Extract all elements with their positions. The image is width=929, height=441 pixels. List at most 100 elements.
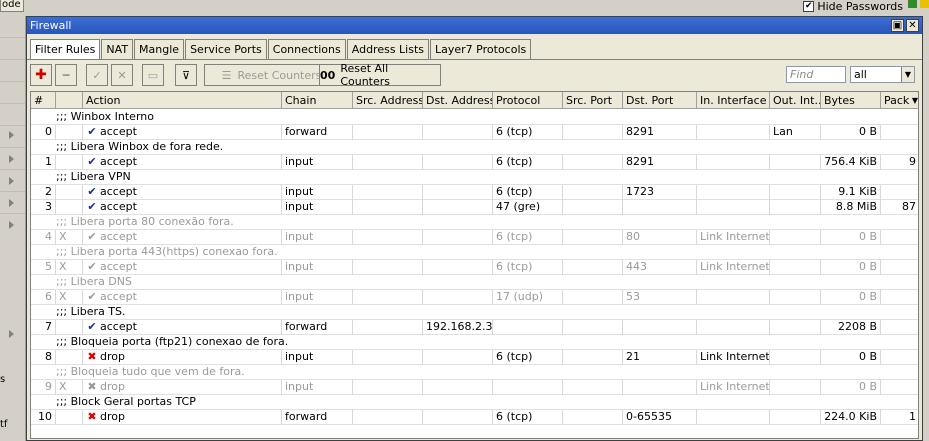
cell-dport: [623, 320, 697, 335]
cell-inif: [697, 125, 770, 140]
col-header-number[interactable]: #: [31, 92, 56, 109]
cell-bytes: 8.8 MiB: [821, 200, 881, 215]
cell-packets: [881, 125, 918, 140]
filter-icon[interactable]: ⊽: [175, 64, 197, 86]
close-icon[interactable]: ✕: [906, 19, 919, 32]
tab-service-ports[interactable]: Service Ports: [185, 39, 267, 59]
column-menu-arrow-icon[interactable]: ▼: [912, 92, 918, 109]
comment-row[interactable]: ;;; Bloqueia porta (ftp21) conexao de fo…: [31, 335, 918, 350]
cell-dst: [423, 410, 493, 425]
table-row[interactable]: 1 ✔ accept input 6 (tcp) 8291 756.4 KiB 9: [31, 155, 918, 170]
col-header-src-address[interactable]: Src. Address: [353, 92, 423, 109]
comment-row[interactable]: ;;; Winbox Interno: [31, 110, 918, 125]
col-header-chain[interactable]: Chain: [282, 92, 353, 109]
table-row[interactable]: 4 X ✔ accept input 6 (tcp) 80 Link Internet 0 B: [31, 230, 918, 245]
accept-icon: ✔: [87, 155, 97, 168]
left-menu-item[interactable]: [0, 104, 25, 126]
left-menu-label[interactable]: s: [0, 374, 5, 385]
tab-address-lists[interactable]: Address Lists: [346, 39, 430, 59]
comment-row[interactable]: ;;; Libera TS.: [31, 305, 918, 320]
table-row[interactable]: 9 X ✖ drop input Link Internet 0 B: [31, 380, 918, 395]
comment-row[interactable]: ;;; Block Geral portas TCP: [31, 395, 918, 410]
cell-proto: [493, 380, 563, 395]
cell-src: [353, 200, 423, 215]
cell-chain: input: [282, 185, 353, 200]
action-label: accept: [100, 290, 137, 303]
table-row[interactable]: 7 ✔ accept forward 192.168.2.3 2208 B: [31, 320, 918, 335]
reset-all-counters-button[interactable]: 00 Reset All Counters: [319, 62, 441, 88]
tab-layer7-protocols[interactable]: Layer7 Protocols: [430, 39, 532, 59]
filter-select[interactable]: all ▼: [850, 66, 915, 83]
comment-row[interactable]: ;;; Bloqueia tudo que vem de fora.: [31, 365, 918, 380]
table-header: # Action Chain Src. Address Dst. Address…: [31, 92, 918, 109]
table-row[interactable]: 2 ✔ accept input 6 (tcp) 1723 9.1 KiB: [31, 185, 918, 200]
submenu-arrow-icon: [9, 155, 14, 163]
rule-comment: ;;; Libera DNS: [56, 275, 132, 288]
cell-dst: [423, 290, 493, 305]
cell-sport: [563, 155, 623, 170]
cell-dport: 21: [623, 350, 697, 365]
hide-passwords-checkbox[interactable]: ✔: [803, 0, 815, 12]
col-header-dst-address[interactable]: Dst. Address: [423, 92, 493, 109]
comment-row[interactable]: ;;; Libera VPN: [31, 170, 918, 185]
mode-button[interactable]: ode: [0, 0, 24, 12]
col-header-dst-port[interactable]: Dst. Port: [623, 92, 697, 109]
window-titlebar[interactable]: Firewall ▣ ✕: [27, 17, 922, 34]
cell-sport: [563, 410, 623, 425]
accept-icon: ✔: [87, 185, 97, 198]
col-header-flags[interactable]: [56, 92, 83, 109]
col-header-in-interface[interactable]: In. Interface: [697, 92, 770, 109]
comment-row[interactable]: ;;; Libera porta 443(https) conexao fora…: [31, 245, 918, 260]
tab-nat[interactable]: NAT: [101, 39, 134, 59]
cell-sport: [563, 185, 623, 200]
col-header-bytes[interactable]: Bytes: [821, 92, 881, 109]
cell-src: [353, 155, 423, 170]
col-header-src-port[interactable]: Src. Port: [563, 92, 623, 109]
cell-sport: [563, 290, 623, 305]
accept-icon: ✔: [87, 290, 97, 303]
table-row[interactable]: 5 X ✔ accept input 6 (tcp) 443 Link Internet 0 B: [31, 260, 918, 275]
cell-x: [56, 320, 83, 335]
col-header-packets[interactable]: Pack ▼: [881, 92, 918, 109]
cell-outif: Lan: [770, 125, 821, 140]
cell-bytes: 2208 B: [821, 320, 881, 335]
table-row[interactable]: 3 ✔ accept input 47 (gre) 8.8 MiB 87: [31, 200, 918, 215]
table-row[interactable]: 10 ✖ drop forward 6 (tcp) 0-65535 224.0 KiB 1: [31, 410, 918, 425]
col-header-out-interface[interactable]: Out. Int...: [770, 92, 821, 109]
restore-icon[interactable]: ▣: [891, 19, 904, 32]
table-row[interactable]: 8 ✖ drop input 6 (tcp) 21 Link Internet 0 B: [31, 350, 918, 365]
cell-x: [56, 410, 83, 425]
table-row[interactable]: 0 ✔ accept forward 6 (tcp) 8291 Lan 0 B: [31, 125, 918, 140]
hide-passwords-toggle[interactable]: ✔ Hide Passwords: [803, 0, 903, 13]
add-icon[interactable]: ✚: [30, 64, 52, 86]
cell-bytes: 0 B: [821, 230, 881, 245]
comment-row[interactable]: ;;; Libera Winbox de fora rede.: [31, 140, 918, 155]
tab-mangle[interactable]: Mangle: [134, 39, 185, 59]
find-input[interactable]: Find: [786, 66, 846, 83]
left-menu-item[interactable]: [0, 38, 25, 60]
left-menu-item[interactable]: [0, 82, 25, 104]
left-menu-item[interactable]: [0, 16, 25, 38]
enable-icon[interactable]: ✓: [86, 64, 108, 86]
remove-icon[interactable]: ━: [55, 64, 77, 86]
cell-outif: [770, 200, 821, 215]
comment-row[interactable]: ;;; Libera DNS: [31, 275, 918, 290]
comment-row[interactable]: ;;; Libera porta 80 conexão fora.: [31, 215, 918, 230]
tab-connections[interactable]: Connections: [267, 39, 346, 59]
cell-action: ✔ accept: [83, 200, 282, 215]
left-menu-item[interactable]: [0, 60, 25, 82]
cell-bytes: 224.0 KiB: [821, 410, 881, 425]
dropdown-arrow-icon[interactable]: ▼: [901, 67, 914, 82]
tab-filter-rules[interactable]: Filter Rules: [30, 39, 101, 60]
col-header-action[interactable]: Action: [83, 92, 282, 109]
cell-dst: [423, 125, 493, 140]
cell-proto: 6 (tcp): [493, 410, 563, 425]
cell-num: 8: [31, 350, 56, 365]
col-header-protocol[interactable]: Protocol: [493, 92, 563, 109]
comment-icon[interactable]: ▭: [142, 64, 164, 86]
cell-dport: 443: [623, 260, 697, 275]
left-menu-label[interactable]: tf: [0, 419, 7, 430]
table-row[interactable]: 6 X ✔ accept input 17 (udp) 53 0 B: [31, 290, 918, 305]
disable-icon[interactable]: ✕: [111, 64, 133, 86]
cell-packets: [881, 230, 918, 245]
